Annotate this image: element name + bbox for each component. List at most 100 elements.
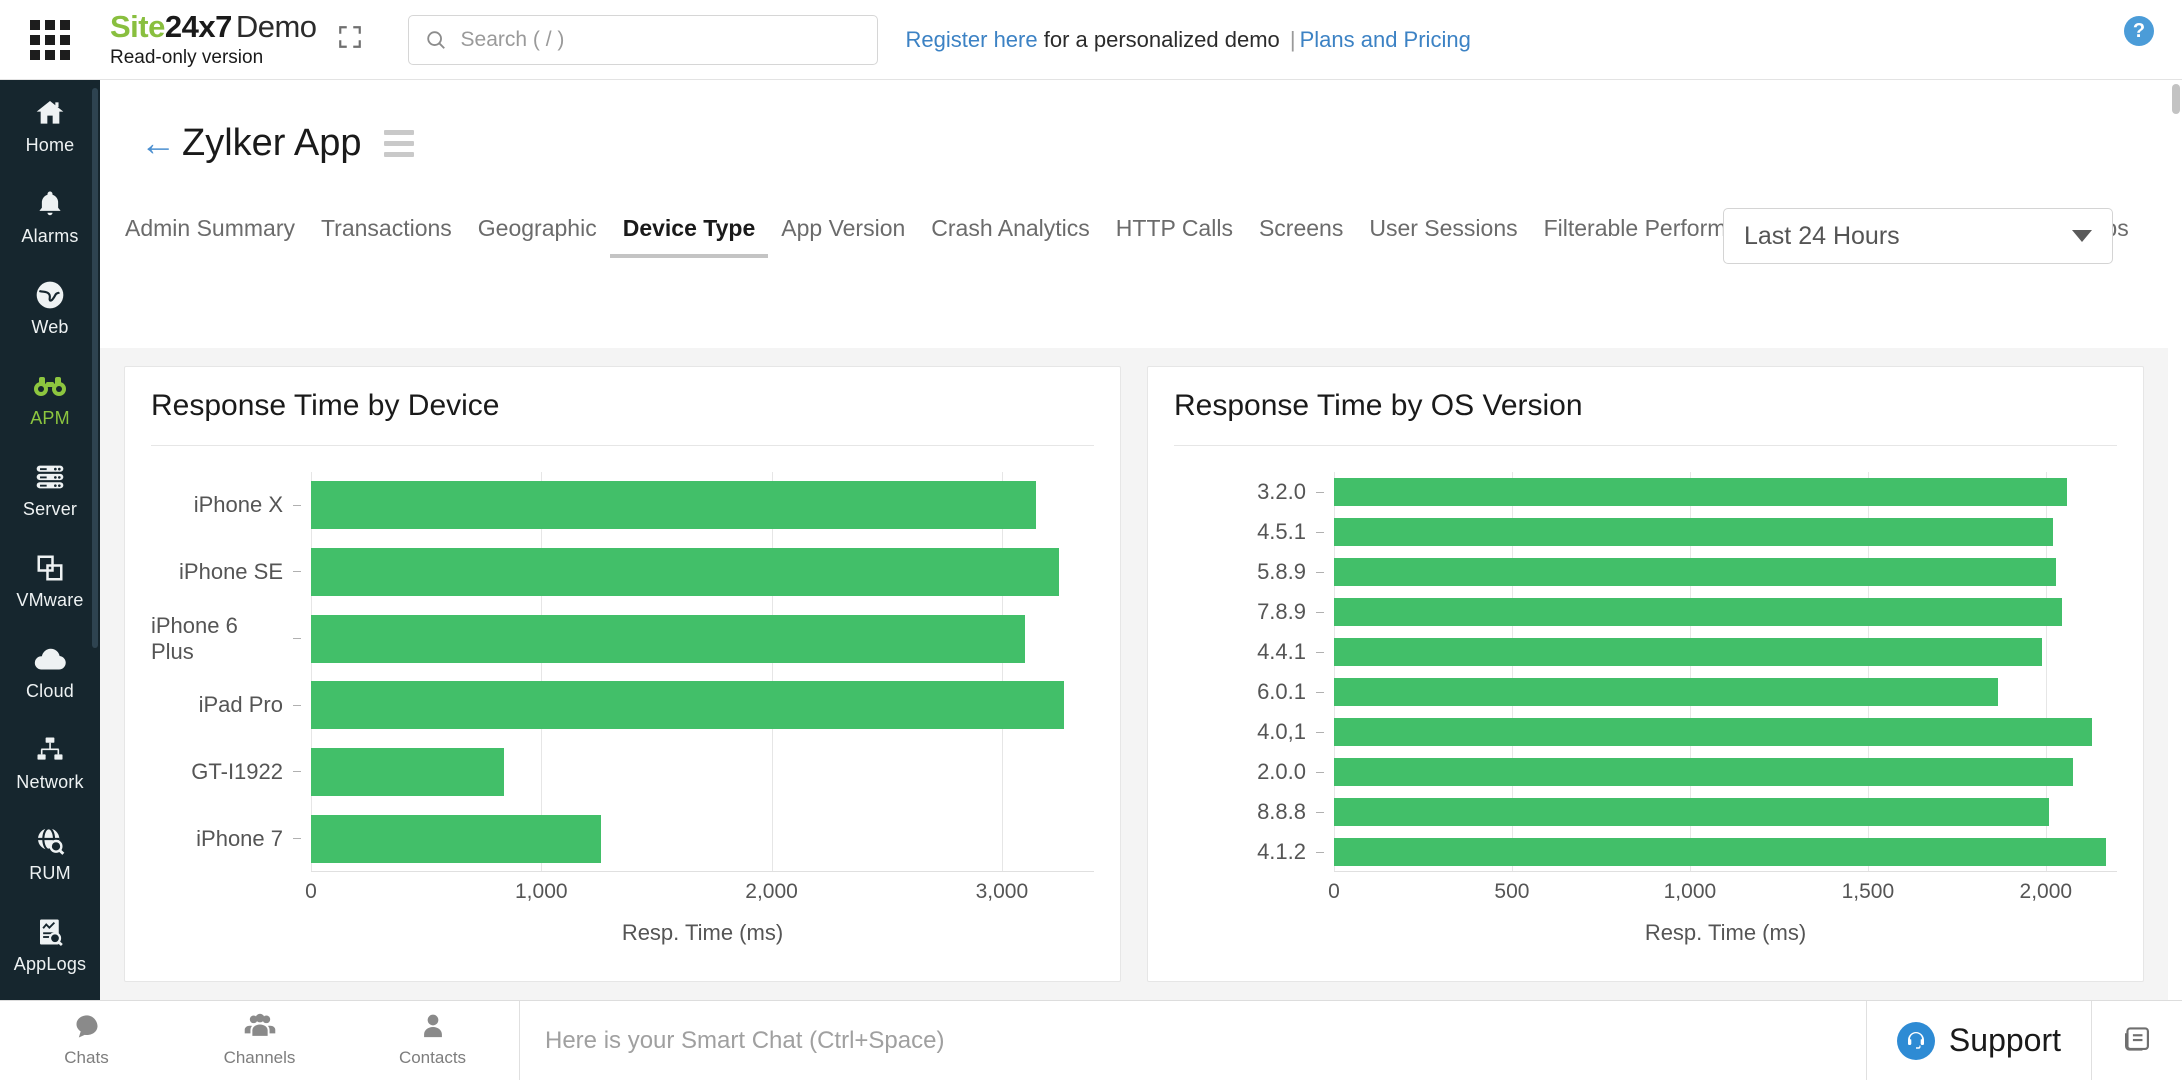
smart-chat-input[interactable]: Here is your Smart Chat (Ctrl+Space) [520,1027,1866,1055]
bar[interactable] [1334,637,2043,667]
bar-row[interactable] [1334,632,2117,672]
promo-separator: | [1289,26,1296,52]
bar-row[interactable] [311,739,1094,806]
bar[interactable] [1334,597,2062,627]
sidebar-item-home[interactable]: Home [0,80,100,171]
sidebar-item-rum[interactable]: RUM [0,808,100,899]
y-axis-labels: 3.2.0 4.5.1 5.8.9 7.8.9 4.4.1 6.0.1 4.0,1 2.0.0… [1174,472,1334,872]
register-here-link[interactable]: Register here [906,27,1038,52]
chat-tool-label-chats: Chats [64,1048,109,1067]
chart-plot-area: iPhone XiPhone SE iPhone 6 Plus iPad Pro GT… [151,472,1094,872]
bar-row[interactable] [311,805,1094,872]
bar[interactable] [1334,557,2057,587]
bar-row[interactable] [1334,512,2117,552]
bar[interactable] [311,614,1025,663]
bar[interactable] [311,747,505,796]
help-icon[interactable]: ? [2124,16,2154,46]
sidebar-item-alarms[interactable]: Alarms [0,171,100,262]
x-axis-tick-label: 3,000 [975,880,1029,903]
chat-tool-contacts[interactable]: Contacts [346,1013,519,1068]
bar[interactable] [1334,837,2107,867]
plans-and-pricing-link[interactable]: Plans and Pricing [1300,27,1471,52]
sidebar-item-applogs[interactable]: AppLogs [0,899,100,990]
sidebar-label-applogs: AppLogs [13,954,87,974]
bar[interactable] [1334,517,2053,547]
bar-row[interactable] [1334,552,2117,592]
chat-tool-chats[interactable]: Chats [0,1013,173,1068]
chart-response-time-by-os-version[interactable]: 3.2.0 4.5.1 5.8.9 7.8.9 4.4.1 6.0.1 4.0,1 2.0.0… [1174,472,2117,945]
hamburger-icon[interactable] [383,129,414,157]
y-axis-tick-label: iPhone X [151,472,311,539]
bar-row[interactable] [1334,832,2117,872]
bar-row[interactable] [1334,472,2117,512]
log-search-icon [35,914,65,950]
bar[interactable] [1334,757,2073,787]
binoculars-icon [33,368,67,404]
tab-crash-analytics[interactable]: Crash Analytics [918,215,1103,258]
bar-row[interactable] [1334,712,2117,752]
bar-row[interactable] [311,539,1094,606]
tab-transactions[interactable]: Transactions [308,215,465,258]
sidebar-scrollbar[interactable] [92,88,98,648]
search-input[interactable]: Search ( / ) [407,14,878,65]
chat-tool-channels[interactable]: Channels [173,1013,346,1068]
y-axis-tick-label: 4.0,1 [1174,712,1334,752]
bar[interactable] [311,814,602,863]
tab-app-version[interactable]: App Version [768,215,918,258]
chart-title-device: Response Time by Device [151,389,1094,446]
brand-logo[interactable]: Site24x7 Demo Read-only version [110,11,317,69]
chat-bubble-icon [72,1013,102,1046]
bar-row[interactable] [1334,592,2117,632]
bar-row[interactable] [1334,672,2117,712]
bar[interactable] [1334,797,2050,827]
tab-device-type[interactable]: Device Type [609,215,769,258]
bar-row[interactable] [311,672,1094,739]
chart-title-os-version: Response Time by OS Version [1174,389,2117,446]
back-arrow-icon[interactable]: ← [140,125,176,161]
page-header: ← Zylker App [100,80,2168,172]
chart-response-time-by-device[interactable]: iPhone XiPhone SE iPhone 6 Plus iPad Pro GT… [151,472,1094,945]
apps-grid-button[interactable] [0,19,100,60]
globe-icon [34,277,66,313]
x-axis-ticks: 0 1,000 2,000 3,000 [305,872,1094,912]
tab-geographic[interactable]: Geographic [465,215,610,258]
bar[interactable] [1334,717,2093,747]
bar[interactable] [1334,477,2068,507]
sidebar-item-apm[interactable]: APM [0,353,100,444]
tab-http-calls[interactable]: HTTP Calls [1103,215,1246,258]
sidebar-item-web[interactable]: Web [0,262,100,353]
bar[interactable] [1334,677,1998,707]
sidebar-item-cloud[interactable]: Cloud [0,626,100,717]
bar-row[interactable] [311,472,1094,539]
y-axis-tick-label: 4.1.2 [1174,832,1334,872]
x-axis-ticks: 0 500 1,000 1,500 2,000 [1328,872,2117,912]
sidebar-item-server[interactable]: Server [0,444,100,535]
sidebar-label-vmware: VMware [16,590,84,610]
bar-row[interactable] [311,605,1094,672]
tab-screens[interactable]: Screens [1246,215,1356,258]
y-axis-tick-label: iPhone 7 [151,805,311,872]
date-range-selector[interactable]: Last 24 Hours [1723,208,2113,264]
tab-user-sessions[interactable]: User Sessions [1356,215,1530,258]
bar[interactable] [311,481,1037,530]
cloud-icon [32,641,68,677]
cards-stack-button[interactable] [2091,1001,2182,1080]
left-sidebar: Home Alarms Web APM Server VMware Cloud … [0,80,100,1000]
brand-subtitle: Read-only version [110,46,264,68]
date-range-value: Last 24 Hours [1744,221,1900,250]
sidebar-item-vmware[interactable]: VMware [0,535,100,626]
bar-row[interactable] [1334,792,2117,832]
support-button[interactable]: Support [1865,1001,2091,1080]
bar[interactable] [311,547,1060,596]
x-axis-title: Resp. Time (ms) [621,920,784,945]
sidebar-item-network[interactable]: Network [0,717,100,808]
sidebar-label-alarms: Alarms [21,226,79,246]
bar[interactable] [311,681,1065,730]
bar-row[interactable] [1334,752,2117,792]
tab-admin-summary[interactable]: Admin Summary [112,215,308,258]
page-scrollbar[interactable] [2172,84,2180,114]
cards-stack-icon [2120,1023,2154,1058]
expand-icon[interactable] [337,24,363,55]
chart-plot-area: 3.2.0 4.5.1 5.8.9 7.8.9 4.4.1 6.0.1 4.0,1 2.0.0… [1174,472,2117,872]
person-icon [420,1013,446,1046]
